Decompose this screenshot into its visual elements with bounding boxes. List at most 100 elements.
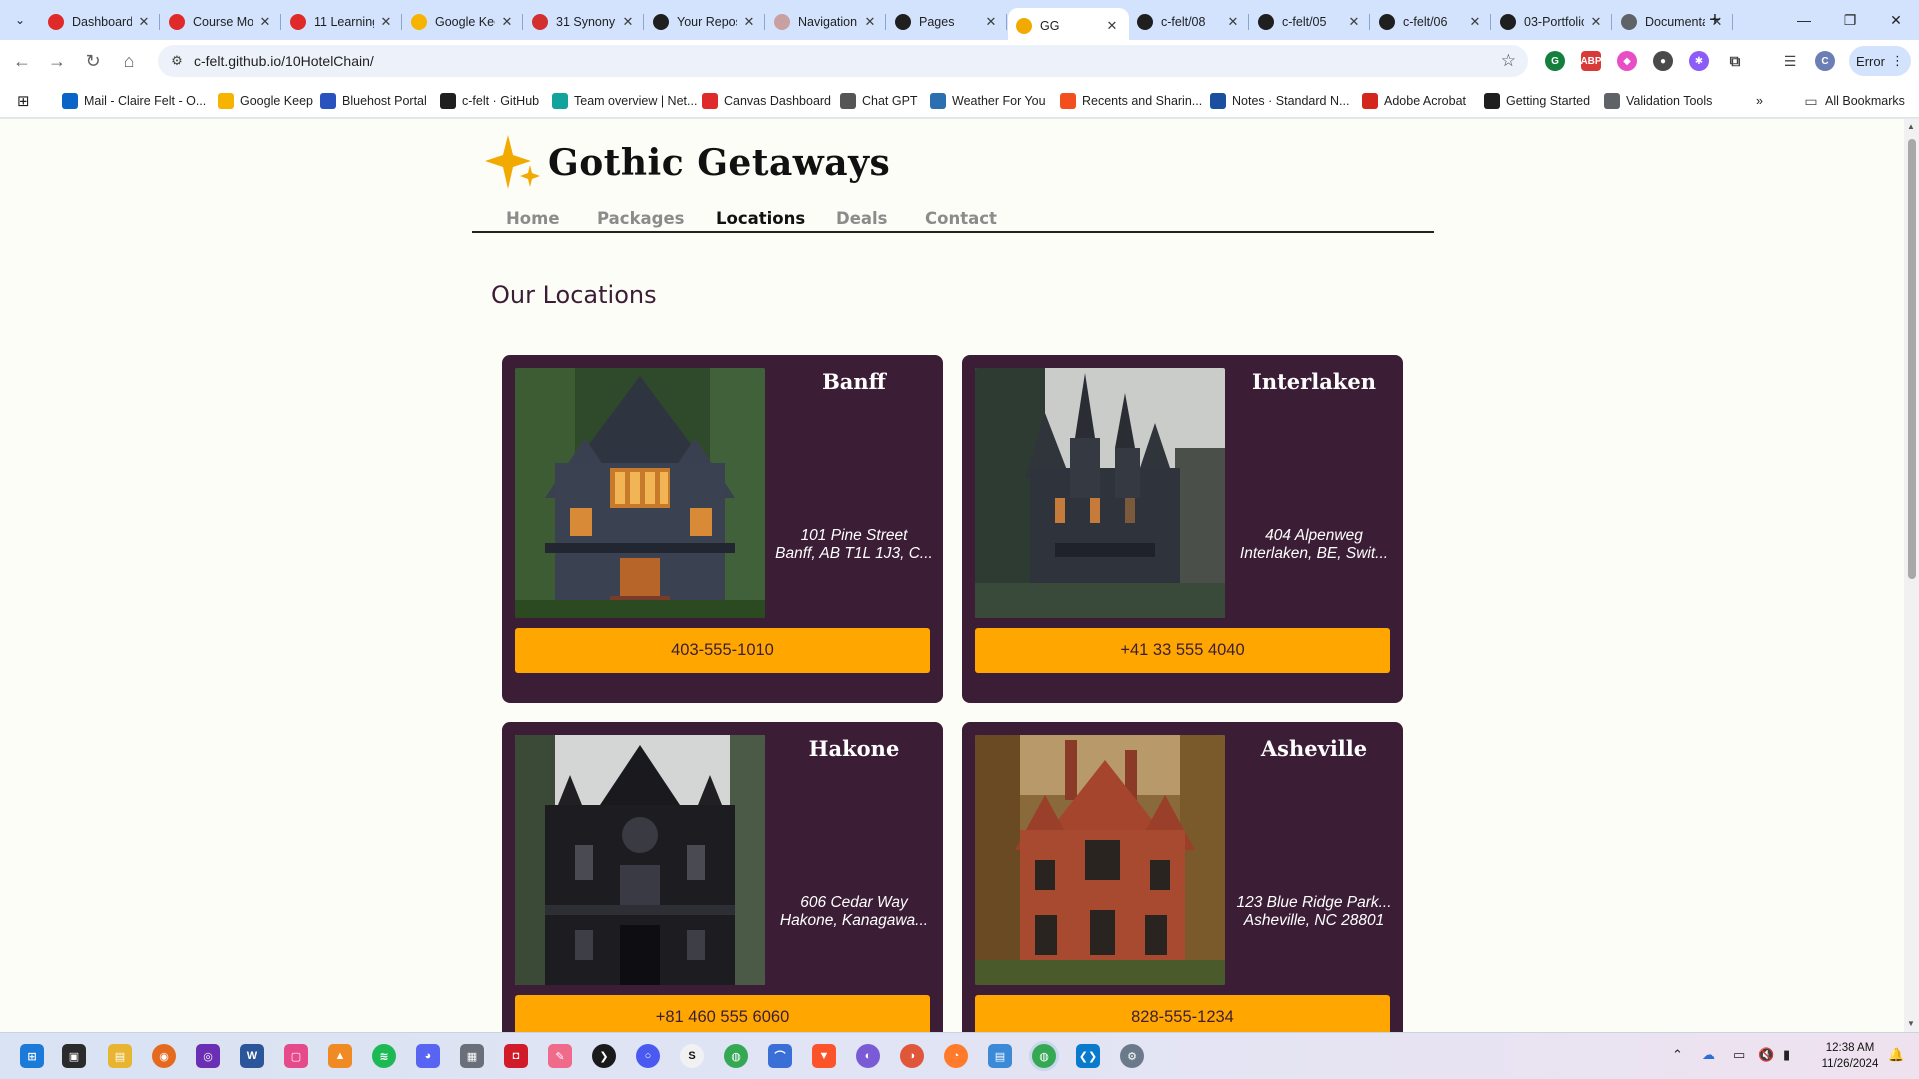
extensions-puzzle-icon[interactable]: ⧉ [1725,51,1745,71]
grammarly-icon[interactable]: G [1545,51,1565,71]
browser-tab[interactable]: Course Modules ✕ [161,6,282,38]
app-icon[interactable]: ✎ [548,1044,572,1068]
browser-tab[interactable]: Navigation ✕ [766,6,887,38]
app-icon[interactable]: ◔ [944,1044,968,1068]
browser-tab[interactable]: 11 Learning ✕ [282,6,403,38]
bookmarks-overflow-button[interactable]: » [1756,91,1763,111]
minimize-button[interactable]: — [1781,0,1827,40]
page-scrollbar[interactable]: ▲ ▼ [1904,119,1919,1032]
close-tab-icon[interactable]: ✕ [378,14,394,30]
close-tab-icon[interactable]: ✕ [1588,14,1604,30]
browser-tab[interactable]: Google Keep ✕ [403,6,524,38]
forward-button[interactable]: → [42,46,72,76]
volume-muted-icon[interactable]: 🔇 [1758,1047,1774,1063]
calculator-icon[interactable]: ▦ [460,1044,484,1068]
bookmark-item[interactable]: Team overview | Net... [552,91,697,111]
browser-tab[interactable]: c-felt/08 ✕ [1129,6,1250,38]
bookmark-item[interactable]: Adobe Acrobat [1362,91,1466,111]
scroll-down-icon[interactable]: ▼ [1907,1019,1915,1028]
bookmark-star-icon[interactable]: ☆ [1501,51,1516,71]
browser-tab[interactable]: Your Repositories ✕ [645,6,766,38]
adblock-icon[interactable]: ABP [1580,51,1602,71]
browser-tab[interactable]: Pages ✕ [887,6,1008,38]
browser-tab[interactable]: 03-Portfolio ✕ [1492,6,1613,38]
app-icon[interactable]: ❯ [592,1044,616,1068]
word-icon[interactable]: W [240,1044,264,1068]
onedrive-icon[interactable]: ☁ [1702,1047,1715,1063]
settings-icon[interactable]: ⚙ [1120,1044,1144,1068]
browser-tab[interactable]: c-felt/06 ✕ [1371,6,1492,38]
bookmark-item[interactable]: Weather For You [930,91,1046,111]
app-icon[interactable]: ◑ [900,1044,924,1068]
app-icon[interactable]: ▢ [284,1044,308,1068]
browser-tab[interactable]: GG ✕ [1008,8,1129,44]
brave-icon[interactable]: ▼ [812,1044,836,1068]
firefox-icon[interactable]: ◉ [152,1044,176,1068]
close-tab-icon[interactable]: ✕ [499,14,515,30]
close-tab-icon[interactable]: ✕ [862,14,878,30]
avatar[interactable]: C [1815,51,1835,71]
close-tab-icon[interactable]: ✕ [1104,18,1120,34]
nav-locations[interactable]: Locations [716,209,805,228]
notepad-icon[interactable]: ▤ [988,1044,1012,1068]
reading-list-icon[interactable]: ☰ [1780,51,1800,71]
close-tab-icon[interactable]: ✕ [983,14,999,30]
close-tab-icon[interactable]: ✕ [620,14,636,30]
phone-button[interactable]: 403-555-1010 [515,628,930,673]
url-text[interactable]: c-felt.github.io/10HotelChain/ [194,53,374,69]
chrome-active-icon[interactable]: ◍ [1032,1044,1056,1068]
app-icon[interactable]: ◘ [504,1044,528,1068]
close-tab-icon[interactable]: ✕ [1467,14,1483,30]
close-tab-icon[interactable]: ✕ [136,14,152,30]
bookmark-item[interactable]: Chat GPT [840,91,918,111]
apps-button[interactable]: ⊞ [17,91,30,111]
site-logo[interactable]: Gothic Getaways [484,133,890,193]
new-tab-button[interactable]: + [1703,8,1727,32]
bookmark-item[interactable]: Recents and Sharin... [1060,91,1202,111]
site-info-icon[interactable]: ⚙ [168,52,186,70]
nav-home[interactable]: Home [506,209,560,228]
task-view-icon[interactable]: ▣ [62,1044,86,1068]
file-explorer-icon[interactable]: ▤ [108,1044,132,1068]
close-tab-icon[interactable]: ✕ [741,14,757,30]
bookmark-item[interactable]: Notes · Standard N... [1210,91,1349,111]
phone-button[interactable]: +81 460 555 6060 [515,995,930,1032]
extension-gear-icon[interactable]: ✱ [1689,51,1709,71]
close-window-button[interactable]: ✕ [1873,0,1919,40]
bookmark-item[interactable]: Canvas Dashboard [702,91,831,111]
bookmark-item[interactable]: Getting Started [1484,91,1590,111]
bookmark-item[interactable]: Bluehost Portal [320,91,427,111]
battery-icon[interactable]: ▮ [1783,1047,1790,1063]
tab-search-button[interactable]: ⌄ [8,8,32,32]
vlc-icon[interactable]: ▲ [328,1044,352,1068]
back-button[interactable]: ← [7,46,37,76]
app-icon[interactable]: ◎ [196,1044,220,1068]
app-icon[interactable]: ◐ [856,1044,880,1068]
app-icon[interactable]: ⌒ [768,1044,792,1068]
close-tab-icon[interactable]: ✕ [257,14,273,30]
nav-packages[interactable]: Packages [597,209,685,228]
bookmark-item[interactable]: Mail - Claire Felt - O... [62,91,206,111]
nav-deals[interactable]: Deals [836,209,888,228]
reload-button[interactable]: ↻ [78,46,108,76]
all-bookmarks-button[interactable]: ▭ All Bookmarks [1803,91,1905,111]
vscode-icon[interactable]: ❮❯ [1076,1044,1100,1068]
browser-tab[interactable]: 31 Synonyms ✕ [524,6,645,38]
bookmark-item[interactable]: Google Keep [218,91,313,111]
notification-bell-icon[interactable]: 🔔 [1888,1047,1904,1063]
windows-start-icon[interactable]: ⊞ [20,1044,44,1068]
browser-tab[interactable]: c-felt/05 ✕ [1250,6,1371,38]
address-bar[interactable]: ⚙ c-felt.github.io/10HotelChain/ ☆ [158,45,1528,77]
phone-button[interactable]: +41 33 555 4040 [975,628,1390,673]
profile-error-button[interactable]: Error ⋮ [1849,46,1911,76]
bookmark-item[interactable]: c-felt · GitHub [440,91,539,111]
app-icon[interactable]: ○ [636,1044,660,1068]
discord-icon[interactable]: ◕ [416,1044,440,1068]
app-icon[interactable]: S [680,1044,704,1068]
scroll-thumb[interactable] [1908,139,1916,579]
spotify-icon[interactable]: ≋ [372,1044,396,1068]
network-icon[interactable]: ▭ [1733,1047,1745,1063]
close-tab-icon[interactable]: ✕ [1225,14,1241,30]
browser-tab[interactable]: Dashboard ✕ [40,6,161,38]
nav-contact[interactable]: Contact [925,209,997,228]
